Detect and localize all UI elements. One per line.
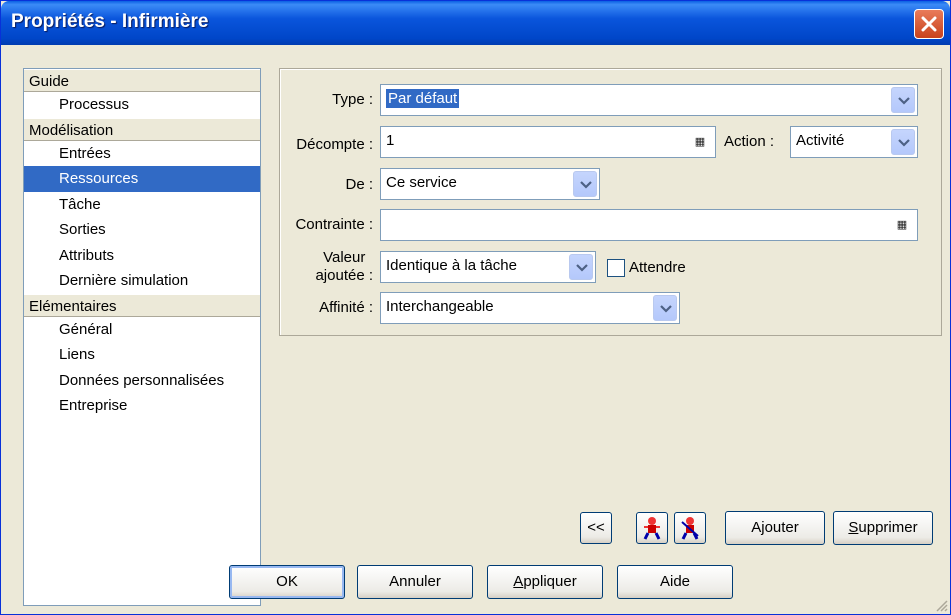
decompte-value: 1 <box>386 132 395 149</box>
type-dropdown-button[interactable] <box>891 87 915 113</box>
back-button[interactable]: << <box>580 512 612 544</box>
properties-dialog: Propriétés - Infirmière Guide Processus Mo… <box>0 0 951 615</box>
affinite-label: Affinité : <box>319 299 373 316</box>
de-label: De : <box>345 176 373 193</box>
nav-item[interactable]: Liens <box>24 342 260 368</box>
aide-button[interactable]: Aide <box>617 565 733 599</box>
valeur-label-line2: ajoutée : <box>315 267 373 284</box>
valeur-ajoutee-dropdown-button[interactable] <box>569 254 593 280</box>
nav-item[interactable]: Attributs <box>24 243 260 269</box>
ajouter-label-a: A <box>751 519 762 536</box>
nav-item[interactable]: Général <box>24 317 260 343</box>
chevron-down-icon <box>580 181 592 189</box>
category-list: Guide Processus Modélisation Entrées Ressour… <box>23 68 261 606</box>
chevron-down-icon <box>898 97 910 105</box>
decompte-label: Décompte : <box>296 136 373 153</box>
close-icon <box>921 16 937 32</box>
de-select[interactable]: Ce service <box>380 168 600 200</box>
type-label: Type : <box>332 91 373 108</box>
nav-item[interactable]: Données personnalisées <box>24 368 260 394</box>
person-add-icon <box>643 517 661 540</box>
title-bar[interactable]: Propriétés - Infirmière <box>1 1 950 45</box>
appliquer-label-rest: ppliquer <box>523 573 577 590</box>
window-title: Propriétés - Infirmière <box>11 11 209 32</box>
valeur-ajoutee-value: Identique à la tâche <box>386 257 517 274</box>
type-select[interactable]: Par défaut <box>380 84 918 116</box>
action-label: Action : <box>724 133 775 150</box>
action-select-value: Activité <box>796 132 845 149</box>
close-button[interactable] <box>914 9 944 39</box>
type-select-value: Par défaut <box>386 89 460 108</box>
nav-group-header[interactable]: Elémentaires <box>24 293 260 317</box>
chevron-down-icon <box>576 264 588 272</box>
chevron-down-icon <box>660 305 672 313</box>
nav-item[interactable]: Processus <box>24 92 260 118</box>
person-remove-icon <box>681 517 699 540</box>
appliquer-label-accel: A <box>513 573 524 590</box>
resize-grip-icon[interactable] <box>934 598 948 612</box>
nav-item[interactable]: Sorties <box>24 217 260 243</box>
attendre-checkbox[interactable] <box>607 259 625 277</box>
supprimer-button[interactable]: Supprimer <box>833 511 933 545</box>
affinite-select-value: Interchangeable <box>386 298 494 315</box>
contrainte-input[interactable]: ▦ <box>380 209 918 241</box>
de-select-value: Ce service <box>386 174 457 191</box>
valeur-ajoutee-select[interactable]: Identique à la tâche <box>380 251 596 283</box>
valeur-label: Valeur ajoutée : <box>315 249 373 285</box>
person-add-button[interactable] <box>636 512 668 544</box>
supprimer-label-accel: S <box>848 519 859 536</box>
valeur-label-line1: Valeur <box>323 249 366 266</box>
nav-item[interactable]: Ressources <box>24 166 260 192</box>
action-dropdown-button[interactable] <box>891 129 915 155</box>
nav-item[interactable]: Tâche <box>24 192 260 218</box>
person-remove-button[interactable] <box>674 512 706 544</box>
nav-item[interactable]: Entrées <box>24 141 260 167</box>
nav-group-header[interactable]: Modélisation <box>24 117 260 141</box>
de-dropdown-button[interactable] <box>573 171 597 197</box>
action-select[interactable]: Activité <box>790 126 918 158</box>
calculator-icon[interactable]: ▦ <box>691 133 709 151</box>
ok-button[interactable]: OK <box>229 565 345 599</box>
contrainte-label: Contrainte : <box>295 216 373 233</box>
affinite-dropdown-button[interactable] <box>653 295 677 321</box>
appliquer-button[interactable]: Appliquer <box>487 565 603 599</box>
nav-group-header[interactable]: Guide <box>24 69 260 92</box>
ajouter-label-rest: outer <box>764 519 799 536</box>
nav-item[interactable]: Entreprise <box>24 393 260 419</box>
annuler-button[interactable]: Annuler <box>357 565 473 599</box>
ajouter-button[interactable]: Ajouter <box>725 511 825 545</box>
nav-item[interactable]: Dernière simulation <box>24 268 260 294</box>
supprimer-label-rest: upprimer <box>858 519 918 536</box>
attendre-label: Attendre <box>629 259 686 276</box>
affinite-select[interactable]: Interchangeable <box>380 292 680 324</box>
decompte-input[interactable]: 1 ▦ <box>380 126 716 158</box>
chevron-down-icon <box>898 139 910 147</box>
resources-panel: Type : Par défaut Décompte : 1 ▦ Action … <box>279 68 942 336</box>
calculator-icon[interactable]: ▦ <box>893 216 911 234</box>
